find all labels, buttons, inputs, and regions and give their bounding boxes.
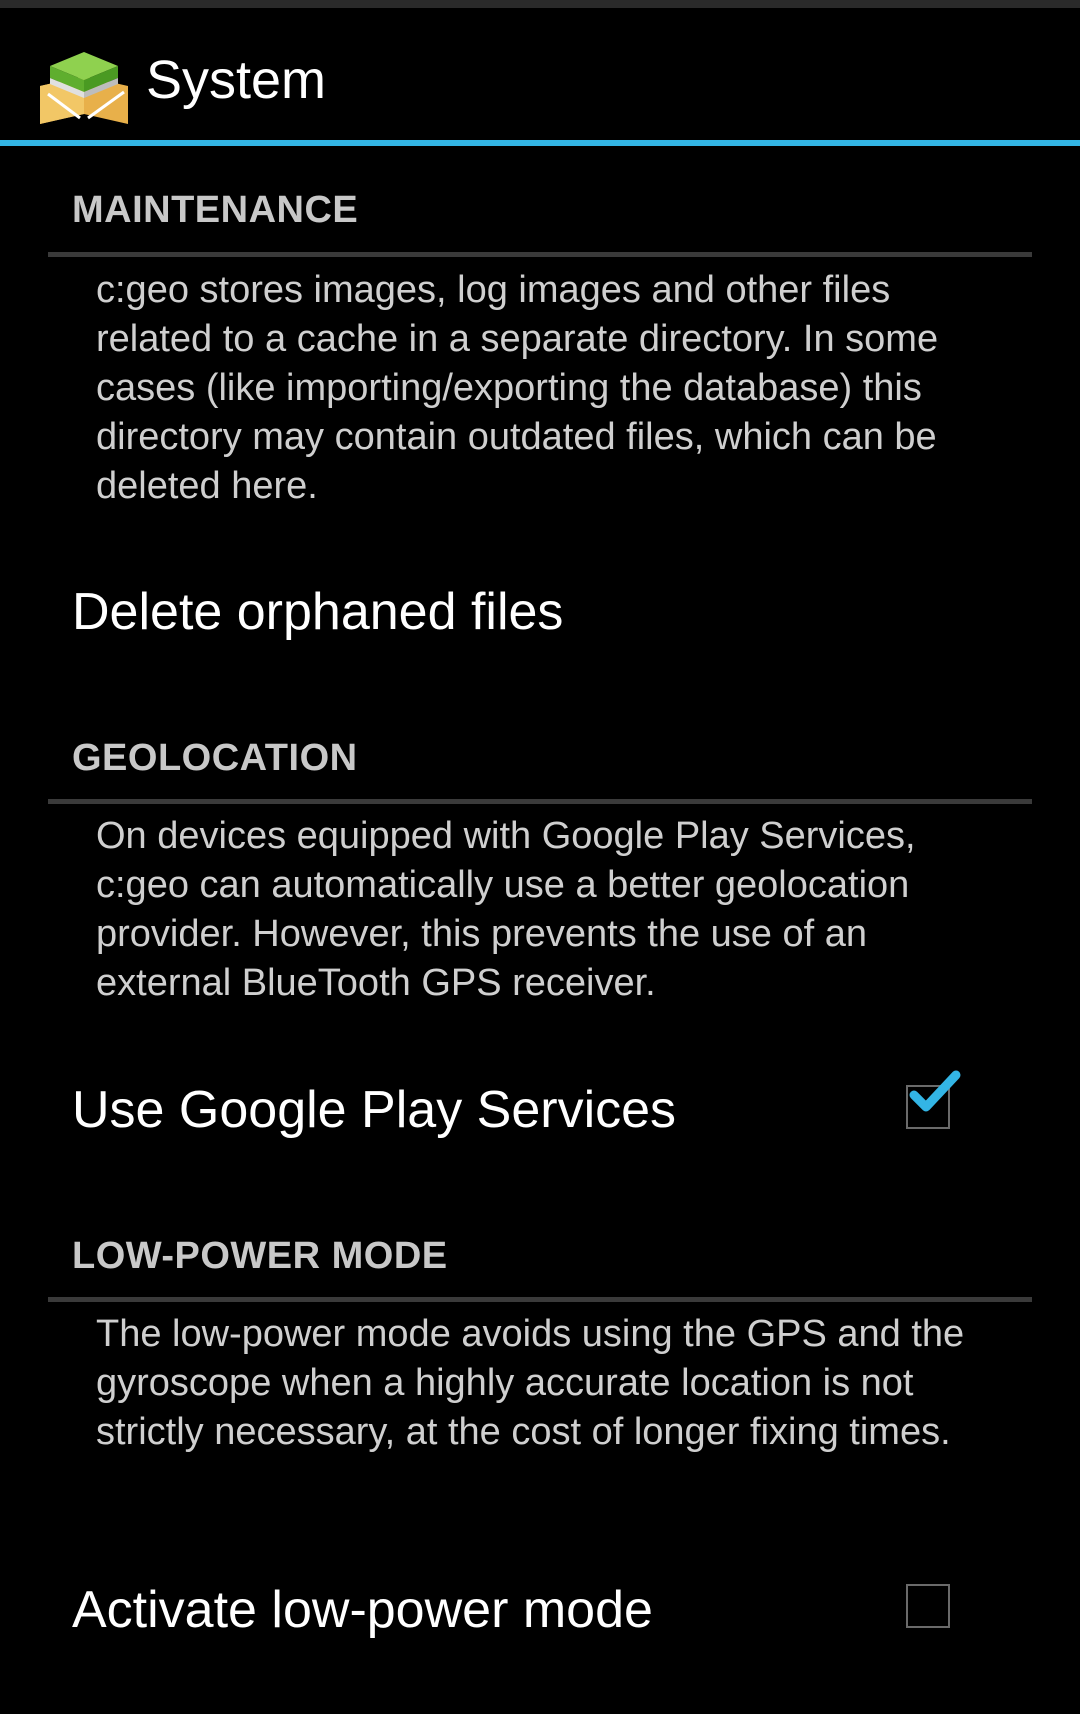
action-bar-accent-line [0, 140, 1080, 146]
section-description-geolocation: On devices equipped with Google Play Ser… [96, 815, 916, 1004]
section-divider [48, 1297, 1032, 1302]
pref-activate-low-power-mode[interactable]: Activate low-power mode [0, 1542, 1080, 1672]
section-divider [48, 799, 1032, 804]
checkmark-icon [909, 1070, 961, 1112]
section-description-maintenance: c:geo stores images, log images and othe… [96, 269, 939, 507]
pref-label: Delete orphaned files [72, 583, 564, 641]
pref-delete-orphaned-files[interactable]: Delete orphaned files [0, 548, 1080, 678]
pref-use-google-play-services[interactable]: Use Google Play Services [0, 1045, 1080, 1175]
section-header-maintenance: MAINTENANCE [72, 189, 359, 231]
cgeo-app-icon[interactable] [36, 32, 132, 128]
section-description-low-power-mode: The low-power mode avoids using the GPS … [96, 1313, 965, 1453]
low-power-mode-checkbox[interactable] [906, 1584, 950, 1628]
section-header-low-power-mode: LOW-POWER MODE [72, 1235, 448, 1277]
google-play-services-checkbox[interactable] [906, 1070, 961, 1129]
section-divider [48, 252, 1032, 257]
pref-label: Activate low-power mode [72, 1581, 653, 1639]
action-bar: System [0, 8, 1080, 140]
status-bar-strip [0, 0, 1080, 8]
section-header-geolocation: GEOLOCATION [72, 737, 358, 779]
screen-title: System [146, 50, 327, 110]
pref-label: Use Google Play Services [72, 1081, 677, 1139]
